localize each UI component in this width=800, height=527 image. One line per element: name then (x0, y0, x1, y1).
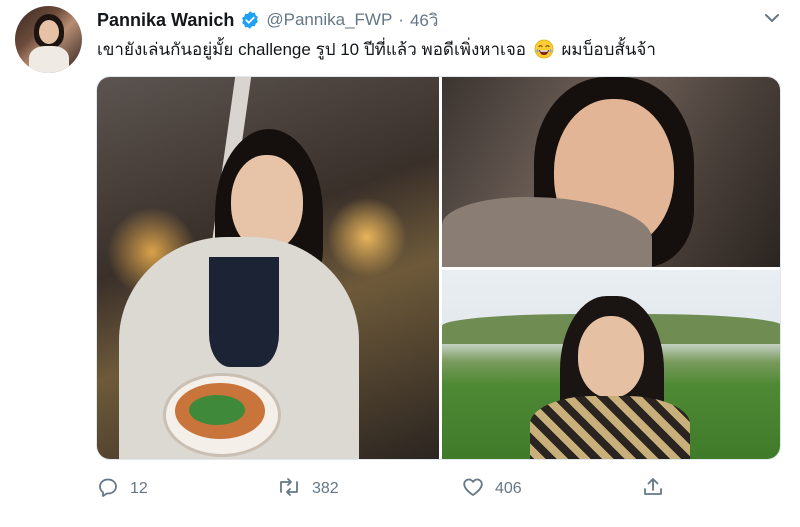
verified-badge-icon (240, 10, 260, 30)
avatar[interactable] (15, 6, 82, 73)
tweet-text-tail: ผมบ็อบสั้นจ้า (561, 40, 656, 59)
action-bar: 12 382 406 (96, 472, 696, 506)
tweet-text-main: เขายังเล่นกันอยู่มั้ย challenge รูป 10 ป… (97, 40, 526, 59)
top-shape (209, 257, 279, 367)
reply-button[interactable]: 12 (96, 472, 148, 506)
photo-3[interactable] (442, 270, 780, 459)
avatar-face (39, 20, 59, 44)
tweet-card[interactable]: Pannika Wanich @Pannika_FWP · 46วิ เขายั… (0, 0, 800, 527)
face-shape (578, 316, 644, 398)
author-handle[interactable]: @Pannika_FWP (266, 10, 392, 30)
reply-icon (96, 475, 120, 504)
tweet-header: Pannika Wanich @Pannika_FWP · 46วิ (97, 8, 438, 32)
heart-icon (461, 475, 485, 504)
separator-dot: · (398, 10, 404, 29)
city-light (327, 197, 407, 277)
retweet-icon (276, 475, 302, 504)
like-button[interactable]: 406 (461, 472, 522, 506)
like-count: 406 (495, 480, 522, 497)
reply-count: 12 (130, 480, 148, 497)
face-with-tears-of-joy-icon (534, 39, 554, 59)
photo-1[interactable] (97, 77, 439, 459)
tweet-text: เขายังเล่นกันอยู่มั้ย challenge รูป 10 ป… (97, 36, 656, 63)
tweet-timestamp[interactable]: 46วิ (410, 7, 438, 34)
retweet-count: 382 (312, 480, 339, 497)
chevron-down-icon[interactable] (762, 8, 782, 28)
retweet-button[interactable]: 382 (276, 472, 339, 506)
photo-2[interactable] (442, 77, 780, 267)
greens-shape (189, 395, 245, 425)
author-name[interactable]: Pannika Wanich (97, 10, 234, 31)
share-icon (641, 475, 665, 504)
avatar-body (29, 46, 69, 73)
media-grid (96, 76, 781, 460)
share-button[interactable] (641, 472, 665, 506)
shirt-shape (530, 396, 690, 459)
